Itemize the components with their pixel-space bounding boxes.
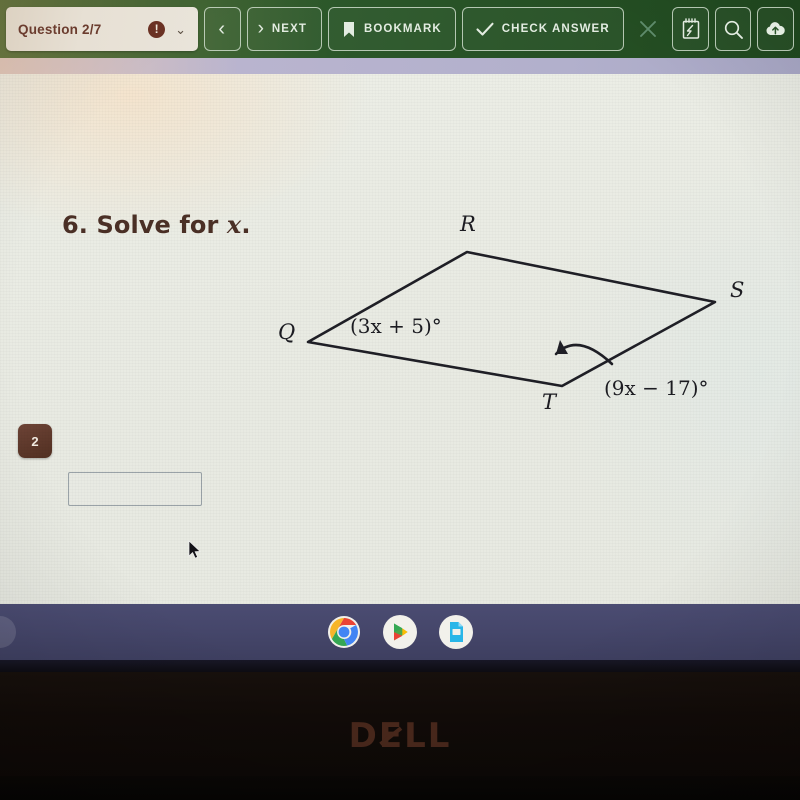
upload-button[interactable] bbox=[757, 7, 794, 51]
dell-logo-ll: LL bbox=[404, 716, 452, 756]
laptop-screen: Question 2/7 ! ⌄ ‹ › NEXT BOOKMARK CHECK… bbox=[0, 0, 800, 672]
previous-question-button[interactable]: ‹ bbox=[204, 7, 241, 51]
question-text: Solve for bbox=[96, 211, 227, 239]
notepad-icon bbox=[682, 18, 699, 39]
scratchpad-button[interactable] bbox=[672, 7, 709, 51]
worksheet-content: 6. Solve for x. Q R S T (3x + 5)° (9x − … bbox=[0, 74, 800, 604]
question-selector[interactable]: Question 2/7 ! ⌄ bbox=[6, 7, 198, 51]
exclamation-circle-icon[interactable]: ! bbox=[148, 20, 166, 38]
dell-logo-d: D bbox=[348, 716, 379, 756]
app-toolbar: Question 2/7 ! ⌄ ‹ › NEXT BOOKMARK CHECK… bbox=[0, 0, 800, 58]
chevron-down-icon[interactable]: ⌄ bbox=[175, 23, 186, 36]
search-icon bbox=[724, 20, 743, 39]
bookmark-icon bbox=[343, 21, 354, 37]
chevron-right-icon: › bbox=[257, 18, 264, 39]
close-icon bbox=[640, 21, 656, 37]
screenshot-root: Question 2/7 ! ⌄ ‹ › NEXT BOOKMARK CHECK… bbox=[0, 0, 800, 800]
check-answer-label: CHECK ANSWER bbox=[501, 23, 610, 35]
bezel-strip bbox=[0, 776, 800, 800]
play-store-icon[interactable] bbox=[383, 615, 417, 649]
angle-label-q: (3x + 5)° bbox=[350, 314, 442, 338]
page-title: 6. Solve for x. bbox=[62, 210, 251, 239]
vertex-label-r: R bbox=[460, 212, 476, 236]
angle-label-t: (9x − 17)° bbox=[604, 376, 709, 400]
question-variable: x bbox=[226, 210, 242, 239]
launcher-icon[interactable] bbox=[0, 616, 16, 648]
shelf-shadow bbox=[0, 660, 800, 672]
checkmark-icon bbox=[476, 22, 494, 36]
question-number: 6. bbox=[62, 211, 89, 239]
chrome-icon[interactable] bbox=[327, 615, 361, 649]
step-badge[interactable]: 2 bbox=[18, 424, 52, 458]
dell-logo-e: E bbox=[378, 716, 405, 756]
check-answer-button[interactable]: CHECK ANSWER bbox=[461, 7, 624, 51]
mouse-pointer bbox=[188, 540, 201, 559]
search-button[interactable] bbox=[714, 7, 752, 51]
answer-input[interactable] bbox=[68, 472, 202, 506]
chromeos-shelf bbox=[0, 604, 800, 660]
laptop-bezel: DELL bbox=[0, 672, 800, 800]
dell-logo: DELL bbox=[349, 716, 452, 756]
browser-chrome-band bbox=[0, 58, 800, 74]
vertex-label-q: Q bbox=[278, 320, 296, 344]
google-slides-icon[interactable] bbox=[439, 615, 473, 649]
vertex-label-s: S bbox=[730, 278, 745, 302]
next-label: NEXT bbox=[271, 23, 307, 35]
vertex-label-t: T bbox=[542, 390, 557, 414]
next-question-button[interactable]: › NEXT bbox=[246, 7, 322, 51]
close-button[interactable] bbox=[630, 7, 667, 51]
chevron-left-icon: ‹ bbox=[218, 17, 227, 40]
question-period: . bbox=[241, 211, 251, 239]
bookmark-button[interactable]: BOOKMARK bbox=[327, 7, 456, 51]
question-counter-label: Question 2/7 bbox=[18, 21, 102, 37]
bookmark-label: BOOKMARK bbox=[363, 23, 442, 35]
parallelogram-figure: Q R S T (3x + 5)° (9x − 17)° bbox=[260, 204, 780, 434]
cloud-upload-icon bbox=[766, 22, 785, 35]
